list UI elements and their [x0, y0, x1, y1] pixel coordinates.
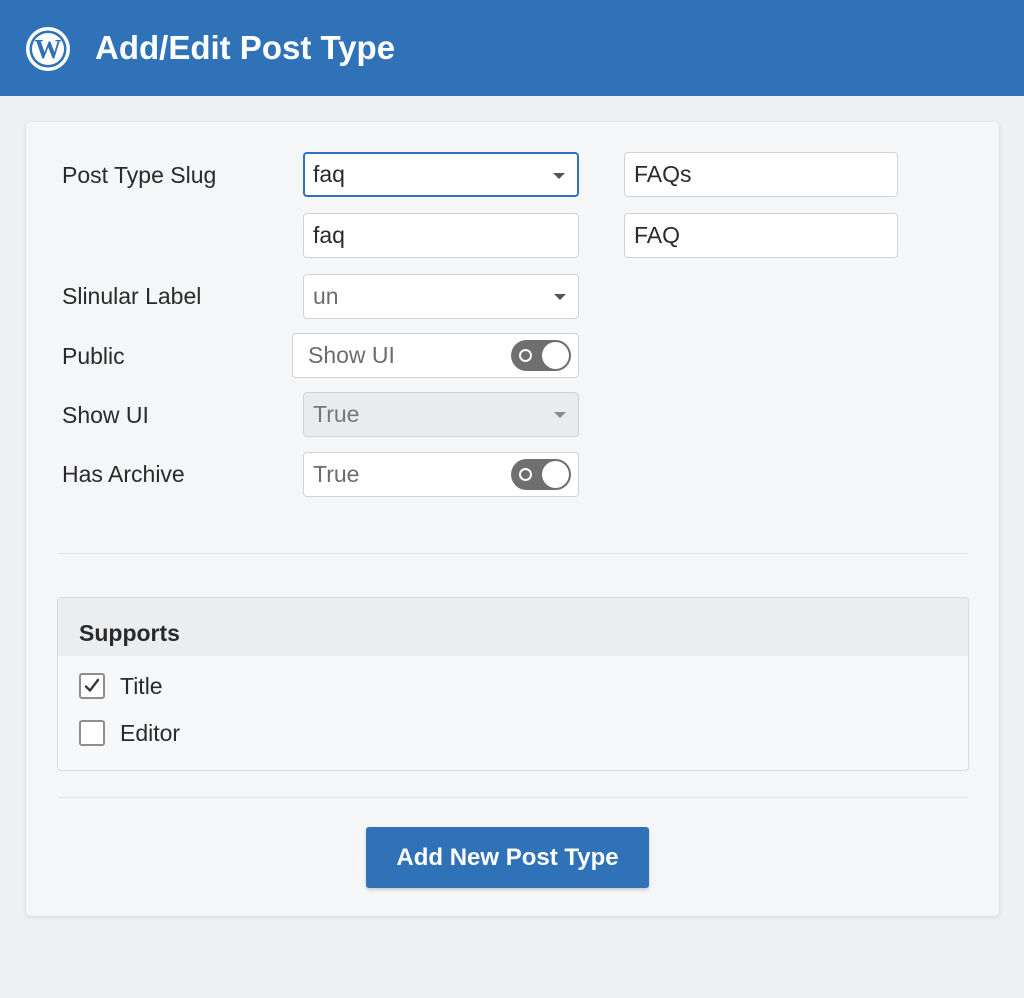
show-ui-select: True: [303, 392, 579, 437]
page-title: Add/Edit Post Type: [95, 29, 396, 66]
title-checkbox[interactable]: [79, 673, 105, 699]
chevron-down-icon: [554, 412, 566, 418]
post-type-form-card: Post Type Slug faq FAQs faq FAQ Slinular…: [26, 122, 999, 916]
show-ui-value: True: [313, 401, 360, 427]
supports-header: Supports: [58, 598, 968, 656]
chevron-down-icon: [554, 294, 566, 300]
singular-label-select[interactable]: un: [303, 274, 579, 319]
add-new-post-type-button[interactable]: Add New Post Type: [366, 827, 649, 888]
divider: [58, 797, 968, 798]
checkmark-icon: [84, 678, 100, 692]
post-type-slug-select[interactable]: faq: [303, 152, 579, 197]
post-type-slug-value: faq: [313, 161, 345, 187]
toggle-ring-icon: [519, 349, 532, 362]
editor-checkbox[interactable]: [79, 720, 105, 746]
label-show-ui: Show UI: [62, 402, 149, 428]
has-archive-field: True: [303, 452, 579, 497]
singular-label-input[interactable]: FAQ: [624, 213, 898, 258]
top-bar: W Add/Edit Post Type: [0, 0, 1024, 96]
slug-input-value: faq: [313, 222, 345, 248]
editor-checkbox-label: Editor: [120, 720, 181, 746]
divider: [58, 553, 968, 554]
label-post-type-slug: Post Type Slug: [62, 162, 217, 188]
public-toggle[interactable]: [511, 340, 571, 371]
singular-select-value: un: [313, 283, 339, 309]
label-singular: Slinular Label: [62, 283, 202, 309]
wordpress-logo-icon: W: [26, 27, 70, 71]
slug-input[interactable]: faq: [303, 213, 579, 258]
label-has-archive: Has Archive: [62, 461, 185, 487]
plural-label-value: FAQs: [634, 161, 692, 187]
plural-label-input[interactable]: FAQs: [624, 152, 898, 197]
title-checkbox-label: Title: [120, 673, 163, 699]
svg-text:W: W: [35, 34, 62, 64]
singular-label-value: FAQ: [634, 222, 681, 248]
toggle-knob: [542, 461, 569, 488]
public-field: Show UI: [292, 333, 579, 378]
chevron-down-icon: [553, 173, 565, 179]
has-archive-toggle[interactable]: [511, 459, 571, 490]
toggle-knob: [542, 342, 569, 369]
has-archive-value: True: [313, 461, 360, 487]
public-field-value: Show UI: [308, 342, 395, 368]
supports-panel: Supports Title Editor: [57, 597, 969, 771]
label-public: Public: [62, 343, 125, 369]
supports-title: Supports: [79, 620, 180, 646]
toggle-ring-icon: [519, 468, 532, 481]
